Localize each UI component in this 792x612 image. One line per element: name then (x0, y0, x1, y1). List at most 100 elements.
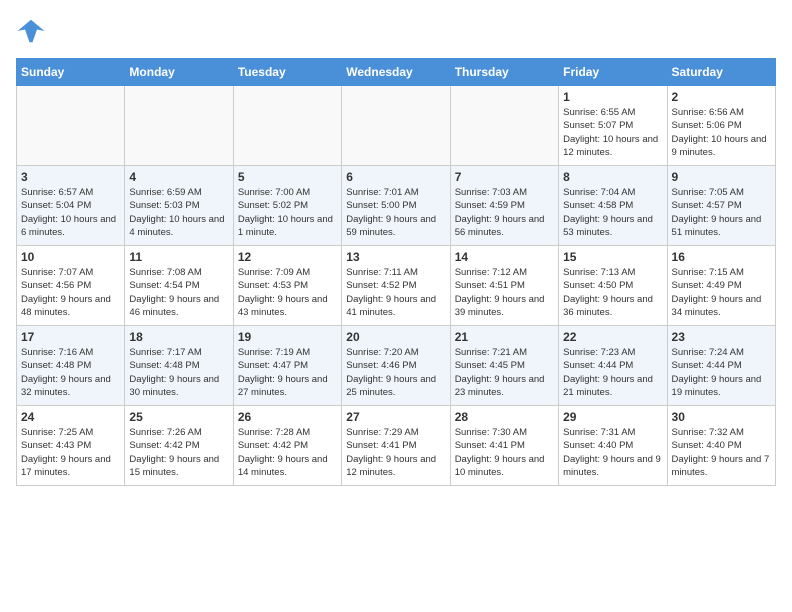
day-header-monday: Monday (125, 59, 233, 86)
day-number: 21 (455, 330, 554, 344)
day-number: 16 (672, 250, 771, 264)
day-info: Sunrise: 7:07 AM Sunset: 4:56 PM Dayligh… (21, 266, 120, 319)
day-header-wednesday: Wednesday (342, 59, 450, 86)
day-info: Sunrise: 7:21 AM Sunset: 4:45 PM Dayligh… (455, 346, 554, 399)
day-number: 11 (129, 250, 228, 264)
day-info: Sunrise: 7:04 AM Sunset: 4:58 PM Dayligh… (563, 186, 662, 239)
calendar-week-3: 17 Sunrise: 7:16 AM Sunset: 4:48 PM Dayli… (17, 326, 776, 406)
calendar-cell: 12Sunrise: 7:09 AM Sunset: 4:53 PM Dayli… (233, 246, 341, 326)
day-number: 13 (346, 250, 445, 264)
calendar-cell: 15 Sunrise: 7:13 AM Sunset: 4:50 PM Dayli… (559, 246, 667, 326)
calendar-cell (233, 86, 341, 166)
day-number: 20 (346, 330, 445, 344)
calendar-cell: 30Sunrise: 7:32 AM Sunset: 4:40 PM Dayli… (667, 406, 775, 486)
calendar-cell (125, 86, 233, 166)
day-number: 2 (672, 90, 771, 104)
day-info: Sunrise: 7:17 AM Sunset: 4:48 PM Dayligh… (129, 346, 228, 399)
calendar-cell: 17 Sunrise: 7:16 AM Sunset: 4:48 PM Dayli… (17, 326, 125, 406)
logo (16, 16, 50, 46)
calendar-cell: 28 Sunrise: 7:30 AM Sunset: 4:41 PM Dayli… (450, 406, 558, 486)
calendar-cell: 21 Sunrise: 7:21 AM Sunset: 4:45 PM Dayli… (450, 326, 558, 406)
day-info: Sunrise: 7:00 AM Sunset: 5:02 PM Dayligh… (238, 186, 337, 239)
calendar-cell: 27 Sunrise: 7:29 AM Sunset: 4:41 PM Dayli… (342, 406, 450, 486)
calendar-cell: 8Sunrise: 7:04 AM Sunset: 4:58 PM Daylig… (559, 166, 667, 246)
calendar-cell: 24 Sunrise: 7:25 AM Sunset: 4:43 PM Dayli… (17, 406, 125, 486)
day-header-tuesday: Tuesday (233, 59, 341, 86)
calendar-cell: 26 Sunrise: 7:28 AM Sunset: 4:42 PM Dayli… (233, 406, 341, 486)
day-info: Sunrise: 7:05 AM Sunset: 4:57 PM Dayligh… (672, 186, 771, 239)
calendar-cell: 1 Sunrise: 6:55 AM Sunset: 5:07 PM Daylig… (559, 86, 667, 166)
day-header-sunday: Sunday (17, 59, 125, 86)
day-info: Sunrise: 7:29 AM Sunset: 4:41 PM Dayligh… (346, 426, 445, 479)
calendar-week-4: 24 Sunrise: 7:25 AM Sunset: 4:43 PM Dayli… (17, 406, 776, 486)
calendar-cell: 16 Sunrise: 7:15 AM Sunset: 4:49 PM Dayli… (667, 246, 775, 326)
calendar-week-2: 10 Sunrise: 7:07 AM Sunset: 4:56 PM Dayli… (17, 246, 776, 326)
calendar-body: 1 Sunrise: 6:55 AM Sunset: 5:07 PM Daylig… (17, 86, 776, 486)
day-number: 26 (238, 410, 337, 424)
calendar-cell: 6Sunrise: 7:01 AM Sunset: 5:00 PM Daylig… (342, 166, 450, 246)
calendar-cell (342, 86, 450, 166)
day-number: 19 (238, 330, 337, 344)
day-header-saturday: Saturday (667, 59, 775, 86)
day-info: Sunrise: 7:12 AM Sunset: 4:51 PM Dayligh… (455, 266, 554, 319)
day-number: 15 (563, 250, 662, 264)
day-number: 9 (672, 170, 771, 184)
day-info: Sunrise: 7:15 AM Sunset: 4:49 PM Dayligh… (672, 266, 771, 319)
day-number: 28 (455, 410, 554, 424)
day-number: 18 (129, 330, 228, 344)
day-number: 4 (129, 170, 228, 184)
day-number: 1 (563, 90, 662, 104)
day-info: Sunrise: 7:03 AM Sunset: 4:59 PM Dayligh… (455, 186, 554, 239)
calendar-cell: 7 Sunrise: 7:03 AM Sunset: 4:59 PM Daylig… (450, 166, 558, 246)
day-info: Sunrise: 7:16 AM Sunset: 4:48 PM Dayligh… (21, 346, 120, 399)
calendar-cell: 9 Sunrise: 7:05 AM Sunset: 4:57 PM Daylig… (667, 166, 775, 246)
calendar-cell: 29Sunrise: 7:31 AM Sunset: 4:40 PM Dayli… (559, 406, 667, 486)
day-number: 25 (129, 410, 228, 424)
day-number: 14 (455, 250, 554, 264)
day-number: 30 (672, 410, 771, 424)
day-header-thursday: Thursday (450, 59, 558, 86)
day-info: Sunrise: 6:55 AM Sunset: 5:07 PM Dayligh… (563, 106, 662, 159)
day-info: Sunrise: 7:26 AM Sunset: 4:42 PM Dayligh… (129, 426, 228, 479)
day-info: Sunrise: 7:11 AM Sunset: 4:52 PM Dayligh… (346, 266, 445, 319)
calendar-cell: 11 Sunrise: 7:08 AM Sunset: 4:54 PM Dayli… (125, 246, 233, 326)
day-info: Sunrise: 6:56 AM Sunset: 5:06 PM Dayligh… (672, 106, 771, 159)
day-number: 29 (563, 410, 662, 424)
day-info: Sunrise: 7:28 AM Sunset: 4:42 PM Dayligh… (238, 426, 337, 479)
calendar-cell: 23 Sunrise: 7:24 AM Sunset: 4:44 PM Dayli… (667, 326, 775, 406)
page-header (16, 16, 776, 46)
day-info: Sunrise: 7:30 AM Sunset: 4:41 PM Dayligh… (455, 426, 554, 479)
calendar-cell: 19 Sunrise: 7:19 AM Sunset: 4:47 PM Dayli… (233, 326, 341, 406)
day-header-friday: Friday (559, 59, 667, 86)
day-number: 24 (21, 410, 120, 424)
calendar-cell: 5 Sunrise: 7:00 AM Sunset: 5:02 PM Daylig… (233, 166, 341, 246)
day-number: 27 (346, 410, 445, 424)
calendar-cell: 20Sunrise: 7:20 AM Sunset: 4:46 PM Dayli… (342, 326, 450, 406)
calendar-week-1: 3Sunrise: 6:57 AM Sunset: 5:04 PM Daylig… (17, 166, 776, 246)
calendar-header-row: SundayMondayTuesdayWednesdayThursdayFrid… (17, 59, 776, 86)
calendar-cell: 18 Sunrise: 7:17 AM Sunset: 4:48 PM Dayli… (125, 326, 233, 406)
day-info: Sunrise: 7:13 AM Sunset: 4:50 PM Dayligh… (563, 266, 662, 319)
calendar-cell: 22 Sunrise: 7:23 AM Sunset: 4:44 PM Dayli… (559, 326, 667, 406)
day-number: 23 (672, 330, 771, 344)
day-info: Sunrise: 7:09 AM Sunset: 4:53 PM Dayligh… (238, 266, 337, 319)
day-number: 10 (21, 250, 120, 264)
calendar-week-0: 1 Sunrise: 6:55 AM Sunset: 5:07 PM Daylig… (17, 86, 776, 166)
calendar-cell: 3Sunrise: 6:57 AM Sunset: 5:04 PM Daylig… (17, 166, 125, 246)
day-info: Sunrise: 7:19 AM Sunset: 4:47 PM Dayligh… (238, 346, 337, 399)
day-number: 22 (563, 330, 662, 344)
calendar-cell: 25 Sunrise: 7:26 AM Sunset: 4:42 PM Dayli… (125, 406, 233, 486)
calendar-cell (450, 86, 558, 166)
day-info: Sunrise: 7:25 AM Sunset: 4:43 PM Dayligh… (21, 426, 120, 479)
day-info: Sunrise: 7:23 AM Sunset: 4:44 PM Dayligh… (563, 346, 662, 399)
calendar-cell: 2 Sunrise: 6:56 AM Sunset: 5:06 PM Daylig… (667, 86, 775, 166)
calendar-cell: 10 Sunrise: 7:07 AM Sunset: 4:56 PM Dayli… (17, 246, 125, 326)
day-number: 5 (238, 170, 337, 184)
day-info: Sunrise: 7:08 AM Sunset: 4:54 PM Dayligh… (129, 266, 228, 319)
day-number: 7 (455, 170, 554, 184)
day-info: Sunrise: 6:59 AM Sunset: 5:03 PM Dayligh… (129, 186, 228, 239)
day-number: 17 (21, 330, 120, 344)
calendar-cell: 13 Sunrise: 7:11 AM Sunset: 4:52 PM Dayli… (342, 246, 450, 326)
day-number: 3 (21, 170, 120, 184)
day-info: Sunrise: 7:24 AM Sunset: 4:44 PM Dayligh… (672, 346, 771, 399)
